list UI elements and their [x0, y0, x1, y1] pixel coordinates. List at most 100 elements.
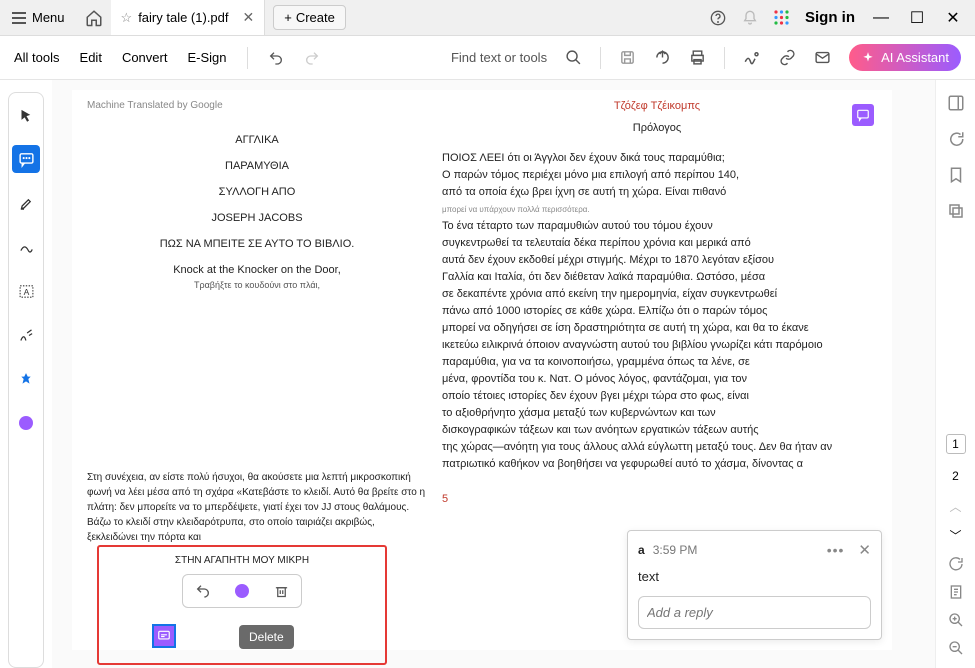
- menu-button[interactable]: Menu: [0, 0, 77, 35]
- doc-text: μπορεί να οδηγήσει σε ίση δραστηριότητα …: [442, 320, 872, 337]
- comments-panel-icon[interactable]: [947, 130, 965, 148]
- draw-tool[interactable]: [12, 233, 40, 261]
- doc-text: αυτά δεν έχουν εκδοθεί μέχρι στιγμής. Μέ…: [442, 252, 872, 269]
- page-1[interactable]: 1: [946, 434, 966, 454]
- right-rail: 1 2 ︿ ﹀: [935, 80, 975, 668]
- apps-icon[interactable]: [774, 10, 789, 25]
- doc-text: ΣΥΛΛΟΓΗ ΑΠΟ: [87, 186, 427, 198]
- menu-label: Menu: [32, 10, 65, 25]
- main-toolbar: All tools Edit Convert E-Sign Find text …: [0, 36, 975, 80]
- page-nav: 1 2 ︿ ﹀: [946, 434, 966, 668]
- plus-icon: +: [284, 10, 292, 25]
- email-icon[interactable]: [814, 49, 831, 66]
- doc-text: μένα, φροντίδα του κ. Νατ. Ο μόνος λόγος…: [442, 371, 872, 388]
- reply-input[interactable]: [638, 596, 871, 629]
- document-page: Machine Translated by Google ΑΓΓΛΙΚΑ ΠΑΡ…: [72, 90, 892, 650]
- doc-text: Ο παρών τόμος περιέχει μόνο μια επιλογή …: [442, 167, 872, 184]
- create-button[interactable]: + Create: [273, 5, 346, 30]
- separator: [724, 47, 725, 69]
- reply-icon[interactable]: [195, 583, 211, 599]
- help-icon[interactable]: [710, 10, 726, 26]
- doc-text: JOSEPH JACOBS: [87, 212, 427, 224]
- hamburger-icon: [12, 12, 26, 24]
- close-window-icon[interactable]: ✕: [943, 8, 963, 28]
- sign-in-button[interactable]: Sign in: [805, 9, 855, 26]
- search-icon[interactable]: [565, 49, 582, 66]
- doc-right-column: Τζόζεφ Τζέικομπς Πρόλογος ΠΟΙΟΣ ΛΕΕΙ ότι…: [442, 100, 872, 505]
- highlight-selection[interactable]: ΣΤΗΝ ΑΓΑΠΗΤΗ ΜΟΥ ΜΙΚΡΗ Delete: [97, 545, 387, 665]
- doc-text: από τα οποία έχω βρει ίχνη σε αυτή τη χώ…: [442, 184, 872, 201]
- doc-text: παραμύθια, για να τα κοινοποιήσω, γραμμέ…: [442, 354, 872, 371]
- doc-text: πατριωτικό καθήκον να βοηθήσει να γεφυρω…: [442, 456, 872, 473]
- document-tab[interactable]: ☆ fairy tale (1).pdf ✕: [111, 0, 266, 35]
- separator: [247, 47, 248, 69]
- tool-rail: A: [0, 80, 52, 668]
- create-label: Create: [296, 10, 335, 25]
- home-icon[interactable]: [85, 9, 103, 27]
- convert-button[interactable]: Convert: [122, 50, 168, 65]
- doc-text: ικετεύω ειλικρινά όποιον αναγνώστη αυτού…: [442, 337, 872, 354]
- comment-time: 3:59 PM: [653, 543, 698, 557]
- doc-text: Γαλλία και Ιταλία, ότι δεν διέθεταν λαϊκ…: [442, 269, 872, 286]
- signature-icon[interactable]: [743, 49, 761, 67]
- doc-text: ΠΟΙΟΣ ΛΕΕΙ ότι οι Άγγλοι δεν έχουν δικά …: [442, 150, 872, 167]
- esign-button[interactable]: E-Sign: [187, 50, 226, 65]
- highlight-text: ΣΤΗΝ ΑΓΑΠΗΤΗ ΜΟΥ ΜΙΚΡΗ: [99, 555, 385, 566]
- link-icon[interactable]: [779, 49, 796, 66]
- save-icon[interactable]: [619, 49, 636, 66]
- more-icon[interactable]: •••: [827, 542, 845, 558]
- redo-icon[interactable]: [304, 50, 320, 66]
- panel-icon[interactable]: [947, 94, 965, 112]
- undo-icon[interactable]: [268, 50, 284, 66]
- pin-tool[interactable]: [12, 365, 40, 393]
- trash-icon[interactable]: [274, 584, 289, 599]
- doc-text: ΑΓΓΛΙΚΑ: [87, 134, 427, 146]
- star-icon[interactable]: ☆: [121, 10, 133, 26]
- doc-text: μπορεί να υπάρχουν πολλά περισσότερα.: [442, 201, 872, 218]
- copy-icon[interactable]: [947, 202, 965, 220]
- color-tool[interactable]: [12, 409, 40, 437]
- ai-assistant-button[interactable]: AI Assistant: [849, 44, 961, 71]
- page-2[interactable]: 2: [946, 466, 966, 486]
- select-tool[interactable]: [12, 101, 40, 129]
- close-tab-icon[interactable]: ✕: [243, 9, 255, 26]
- bookmarks-icon[interactable]: [947, 166, 965, 184]
- chevron-up-icon[interactable]: ︿: [949, 498, 961, 515]
- doc-text: της χώρας—ανόητη για τους άλλους αλλά εύ…: [442, 439, 872, 456]
- doc-text: το αξιοθρήνητο χάσμα μεταξύ των κυβερνών…: [442, 405, 872, 422]
- comment-popup: a 3:59 PM ••• ✕ text: [627, 530, 882, 640]
- sparkle-icon: [861, 51, 875, 65]
- search-label: Find text or tools: [451, 50, 547, 65]
- tab-title: fairy tale (1).pdf: [138, 10, 228, 25]
- doc-text: πάνω από 1000 ιστορίες σε κάθε χώρα. Ελπ…: [442, 303, 872, 320]
- doc-left-column: ΑΓΓΛΙΚΑ ΠΑΡΑΜΥΘΙΑ ΣΥΛΛΟΓΗ ΑΠΟ JOSEPH JAC…: [87, 120, 427, 304]
- document-scroll[interactable]: Machine Translated by Google ΑΓΓΛΙΚΑ ΠΑΡ…: [52, 80, 935, 668]
- title-bar: Menu ☆ fairy tale (1).pdf ✕ + Create Sig…: [0, 0, 975, 36]
- comment-sticky-icon[interactable]: [152, 624, 176, 648]
- doc-text: Το ένα τέταρτο των παραμυθιών αυτού του …: [442, 218, 872, 235]
- text-tool[interactable]: A: [12, 277, 40, 305]
- minimize-icon[interactable]: —: [871, 9, 891, 27]
- doc-heading: Πρόλογος: [442, 122, 872, 134]
- svg-text:A: A: [23, 287, 29, 297]
- zoom-out-icon[interactable]: [948, 640, 964, 656]
- close-popup-icon[interactable]: ✕: [858, 541, 871, 559]
- zoom-in-icon[interactable]: [948, 612, 964, 628]
- rotate-icon[interactable]: [948, 556, 964, 572]
- maximize-icon[interactable]: ☐: [907, 8, 927, 28]
- bell-icon[interactable]: [742, 10, 758, 26]
- highlight-tool[interactable]: [12, 189, 40, 217]
- comment-tool[interactable]: [12, 145, 40, 173]
- chevron-down-icon[interactable]: ﹀: [949, 527, 961, 544]
- separator: [600, 47, 601, 69]
- upload-icon[interactable]: [654, 49, 671, 66]
- print-icon[interactable]: [689, 49, 706, 66]
- sign-tool[interactable]: [12, 321, 40, 349]
- comment-author: a: [638, 543, 645, 557]
- page-icon[interactable]: [948, 584, 964, 600]
- doc-narrative: Στη συνέχεια, αν είστε πολύ ήσυχοι, θα α…: [87, 470, 427, 545]
- color-dot-icon[interactable]: [235, 584, 249, 598]
- doc-text: σε δεκαπέντε χρόνια από εκείνη την ημερο…: [442, 286, 872, 303]
- all-tools-button[interactable]: All tools: [14, 50, 60, 65]
- edit-button[interactable]: Edit: [80, 50, 102, 65]
